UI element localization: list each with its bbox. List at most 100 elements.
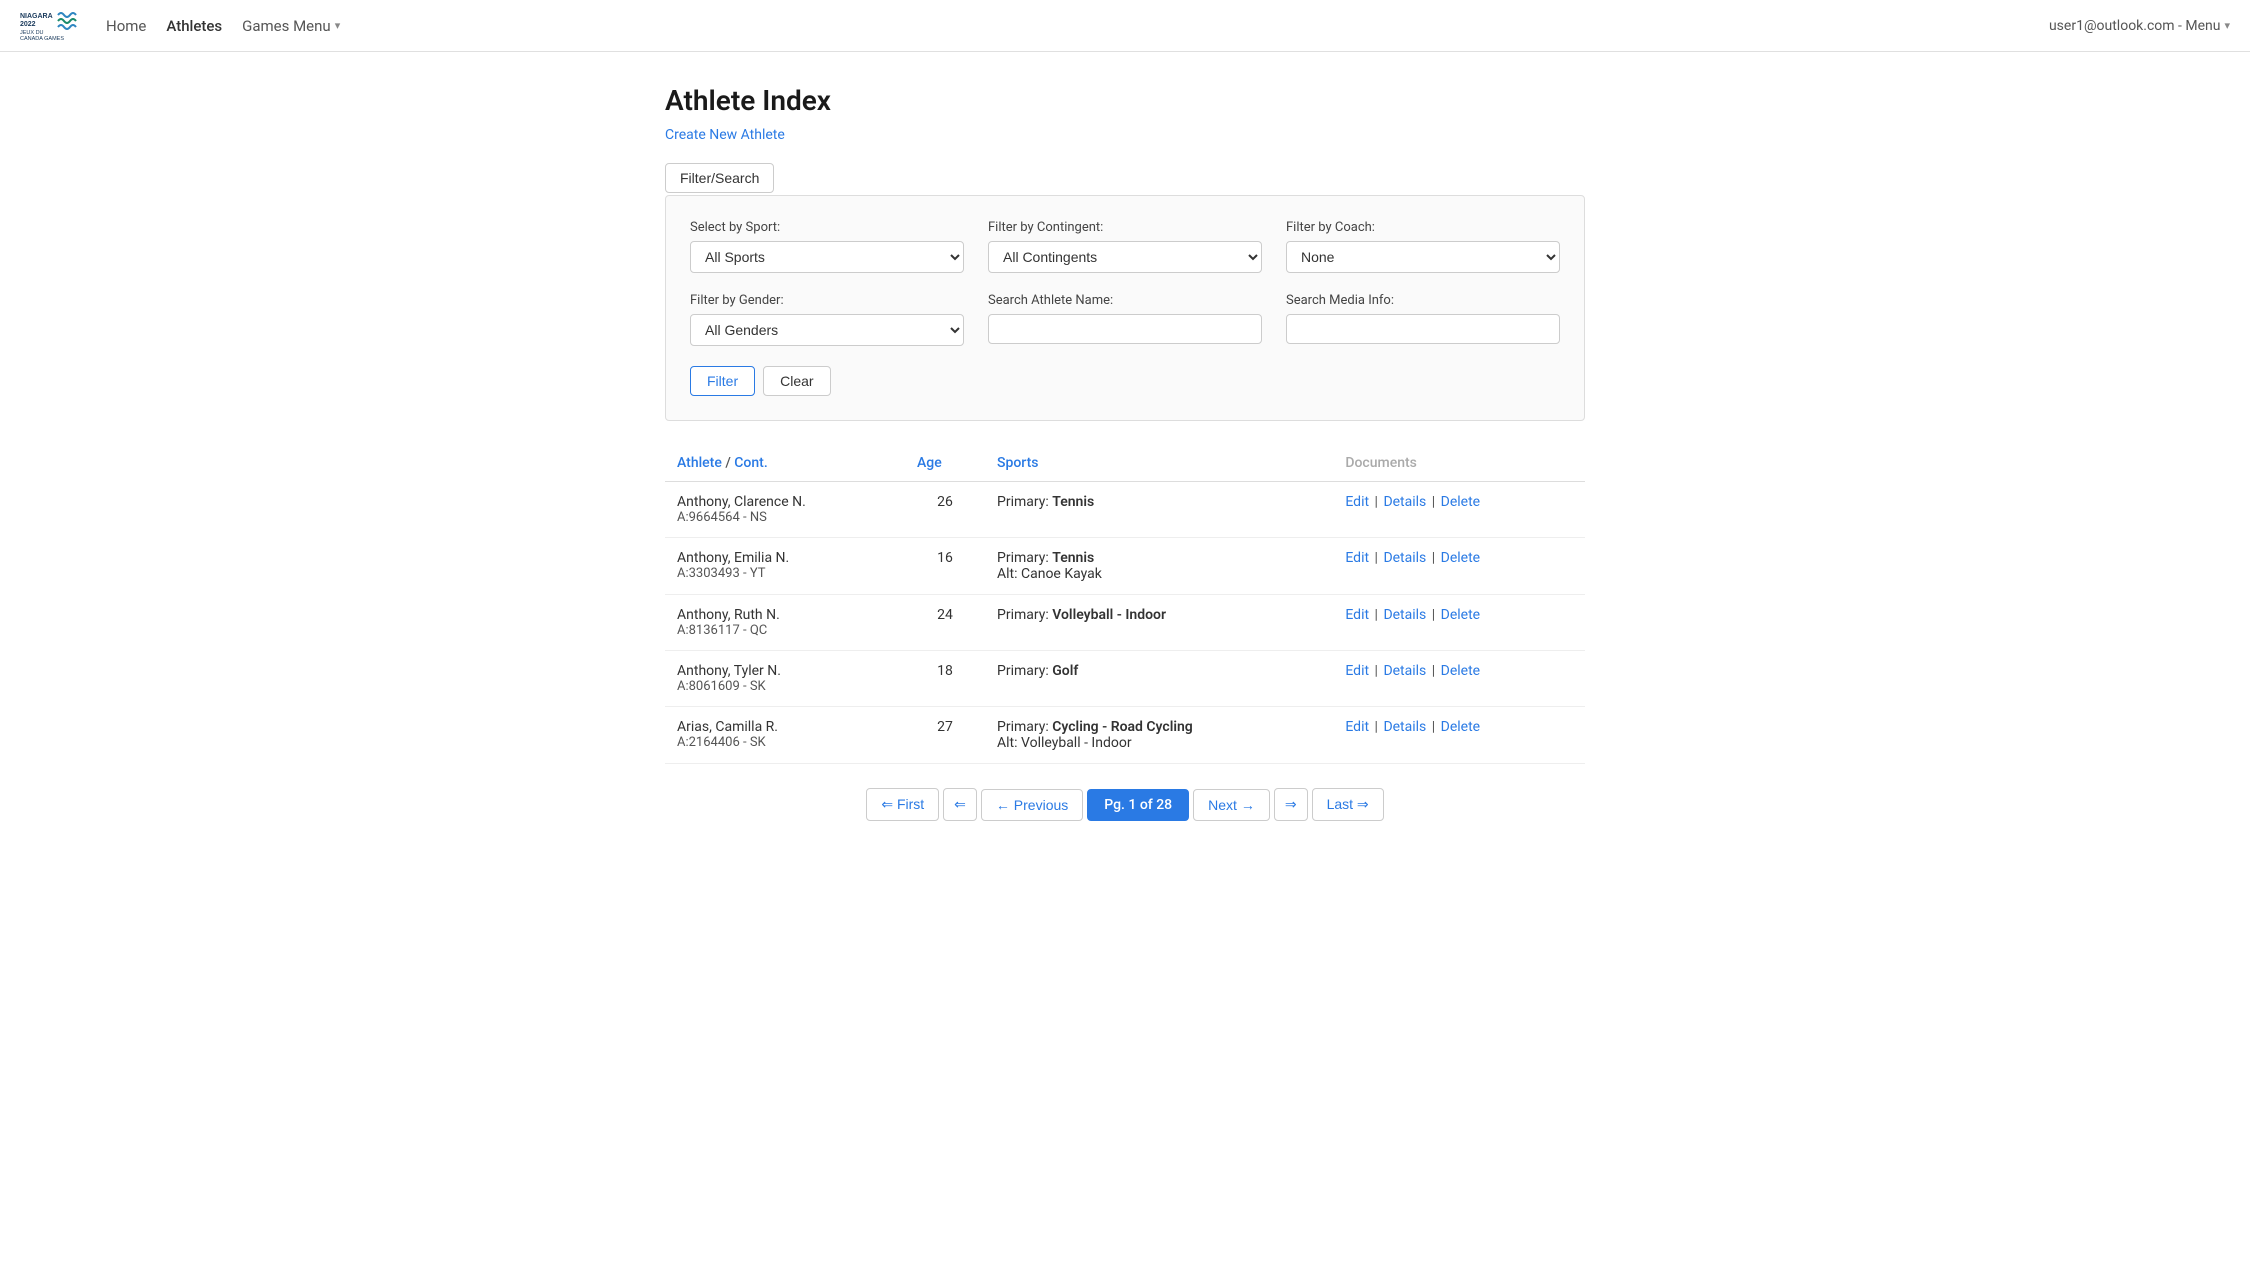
prev-arrow-button[interactable]: ⇐ bbox=[943, 788, 977, 821]
athlete-rows: Anthony, Clarence N.A:9664564 - NS26Prim… bbox=[665, 482, 1585, 764]
games-menu-chevron: ▾ bbox=[335, 19, 341, 32]
athlete-cell: Anthony, Clarence N.A:9664564 - NS bbox=[665, 482, 905, 538]
edit-link[interactable]: Edit bbox=[1345, 494, 1369, 510]
age-cell: 16 bbox=[905, 538, 985, 595]
details-link[interactable]: Details bbox=[1383, 494, 1426, 510]
brand-logo: NIAGARA 2022 JEUX DU CANADA GAMES bbox=[20, 7, 82, 45]
athlete-name: Anthony, Emilia N. bbox=[677, 550, 893, 566]
athlete-name-input[interactable] bbox=[988, 314, 1262, 344]
details-link[interactable]: Details bbox=[1383, 719, 1426, 735]
filter-row-2: Filter by Gender: All GendersMaleFemaleO… bbox=[690, 293, 1560, 346]
th-sports: Sports bbox=[985, 445, 1333, 482]
actions-cell: Edit | Details | Delete bbox=[1333, 482, 1585, 538]
age-cell: 24 bbox=[905, 595, 985, 651]
filter-button[interactable]: Filter bbox=[690, 366, 755, 396]
svg-text:NIAGARA: NIAGARA bbox=[20, 13, 53, 20]
athlete-cell: Anthony, Ruth N.A:8136117 - QC bbox=[665, 595, 905, 651]
athletes-table: Athlete / Cont. Age Sports Documents Ant… bbox=[665, 445, 1585, 764]
delete-link[interactable]: Delete bbox=[1441, 719, 1480, 735]
alt-sport: Alt: Canoe Kayak bbox=[997, 566, 1321, 582]
filter-toggle-button[interactable]: Filter/Search bbox=[665, 163, 774, 193]
athlete-name: Anthony, Tyler N. bbox=[677, 663, 893, 679]
delete-link[interactable]: Delete bbox=[1441, 663, 1480, 679]
delete-link[interactable]: Delete bbox=[1441, 494, 1480, 510]
contingent-select[interactable]: All Contingents bbox=[988, 241, 1262, 273]
edit-link[interactable]: Edit bbox=[1345, 550, 1369, 566]
delete-link[interactable]: Delete bbox=[1441, 607, 1480, 623]
svg-text:2022: 2022 bbox=[20, 21, 36, 28]
coach-select[interactable]: None bbox=[1286, 241, 1560, 273]
actions-cell: Edit | Details | Delete bbox=[1333, 595, 1585, 651]
action-sep: | bbox=[1428, 550, 1438, 566]
sports-cell: Primary: Golf bbox=[985, 651, 1333, 707]
table-row: Anthony, Ruth N.A:8136117 - QC24Primary:… bbox=[665, 595, 1585, 651]
athlete-name-label: Search Athlete Name: bbox=[988, 293, 1262, 308]
nav-games-menu[interactable]: Games Menu ▾ bbox=[242, 17, 340, 35]
table-row: Anthony, Tyler N.A:8061609 - SK18Primary… bbox=[665, 651, 1585, 707]
athlete-name: Anthony, Ruth N. bbox=[677, 607, 893, 623]
edit-link[interactable]: Edit bbox=[1345, 663, 1369, 679]
athlete-name: Arias, Camilla R. bbox=[677, 719, 893, 735]
nav-links: Home Athletes Games Menu ▾ bbox=[106, 17, 2049, 35]
action-sep: | bbox=[1371, 719, 1381, 735]
th-separator: / bbox=[725, 455, 734, 471]
pagination: ⇐ First ⇐ ← Previous Pg. 1 of 28 Next → … bbox=[665, 788, 1585, 841]
last-page-button[interactable]: Last ⇒ bbox=[1312, 788, 1384, 821]
first-page-button[interactable]: ⇐ First bbox=[866, 788, 939, 821]
main-content: Athlete Index Create New Athlete Filter/… bbox=[645, 52, 1605, 873]
sports-cell: Primary: Tennis bbox=[985, 482, 1333, 538]
sport-filter-group: Select by Sport: All SportsTennisCanoe K… bbox=[690, 220, 964, 273]
sports-cell: Primary: Volleyball - Indoor bbox=[985, 595, 1333, 651]
coach-label: Filter by Coach: bbox=[1286, 220, 1560, 235]
gender-filter-group: Filter by Gender: All GendersMaleFemaleO… bbox=[690, 293, 964, 346]
next-page-button[interactable]: Next → bbox=[1193, 789, 1270, 821]
details-link[interactable]: Details bbox=[1383, 663, 1426, 679]
athlete-id: A:9664564 - NS bbox=[677, 510, 893, 525]
coach-filter-group: Filter by Coach: None bbox=[1286, 220, 1560, 273]
gender-select[interactable]: All GendersMaleFemaleOther bbox=[690, 314, 964, 346]
previous-page-button[interactable]: ← Previous bbox=[981, 789, 1083, 821]
sport-label: Select by Sport: bbox=[690, 220, 964, 235]
alt-sport: Alt: Volleyball - Indoor bbox=[997, 735, 1321, 751]
table-row: Arias, Camilla R.A:2164406 - SK27Primary… bbox=[665, 707, 1585, 764]
nav-home[interactable]: Home bbox=[106, 17, 146, 35]
athlete-cell: Anthony, Emilia N.A:3303493 - YT bbox=[665, 538, 905, 595]
sports-cell: Primary: TennisAlt: Canoe Kayak bbox=[985, 538, 1333, 595]
primary-sport: Primary: Golf bbox=[997, 663, 1321, 679]
primary-sport: Primary: Volleyball - Indoor bbox=[997, 607, 1321, 623]
athlete-id: A:8136117 - QC bbox=[677, 623, 893, 638]
table-row: Anthony, Clarence N.A:9664564 - NS26Prim… bbox=[665, 482, 1585, 538]
nav-athletes[interactable]: Athletes bbox=[166, 17, 222, 35]
edit-link[interactable]: Edit bbox=[1345, 607, 1369, 623]
th-age: Age bbox=[905, 445, 985, 482]
details-link[interactable]: Details bbox=[1383, 607, 1426, 623]
media-info-input[interactable] bbox=[1286, 314, 1560, 344]
actions-cell: Edit | Details | Delete bbox=[1333, 538, 1585, 595]
next-arrow-button[interactable]: ⇒ bbox=[1274, 788, 1308, 821]
contingent-label: Filter by Contingent: bbox=[988, 220, 1262, 235]
athlete-name-group: Search Athlete Name: bbox=[988, 293, 1262, 346]
athlete-id: A:2164406 - SK bbox=[677, 735, 893, 750]
create-athlete-link[interactable]: Create New Athlete bbox=[665, 127, 785, 143]
filter-buttons: Filter Clear bbox=[690, 366, 1560, 396]
filter-row-1: Select by Sport: All SportsTennisCanoe K… bbox=[690, 220, 1560, 273]
th-athlete: Athlete / Cont. bbox=[665, 445, 905, 482]
action-sep: | bbox=[1371, 494, 1381, 510]
navbar: NIAGARA 2022 JEUX DU CANADA GAMES Home A… bbox=[0, 0, 2250, 52]
age-cell: 26 bbox=[905, 482, 985, 538]
delete-link[interactable]: Delete bbox=[1441, 550, 1480, 566]
user-menu-chevron: ▾ bbox=[2224, 19, 2230, 32]
edit-link[interactable]: Edit bbox=[1345, 719, 1369, 735]
current-page: Pg. 1 of 28 bbox=[1087, 789, 1189, 821]
athlete-cell: Anthony, Tyler N.A:8061609 - SK bbox=[665, 651, 905, 707]
user-menu[interactable]: user1@outlook.com - Menu ▾ bbox=[2049, 18, 2230, 34]
details-link[interactable]: Details bbox=[1383, 550, 1426, 566]
page-title: Athlete Index bbox=[665, 84, 1585, 117]
table-header: Athlete / Cont. Age Sports Documents bbox=[665, 445, 1585, 482]
primary-sport: Primary: Tennis bbox=[997, 550, 1321, 566]
sport-select[interactable]: All SportsTennisCanoe KayakVolleyball - … bbox=[690, 241, 964, 273]
action-sep: | bbox=[1371, 550, 1381, 566]
clear-button[interactable]: Clear bbox=[763, 366, 830, 396]
action-sep: | bbox=[1428, 607, 1438, 623]
athlete-cell: Arias, Camilla R.A:2164406 - SK bbox=[665, 707, 905, 764]
